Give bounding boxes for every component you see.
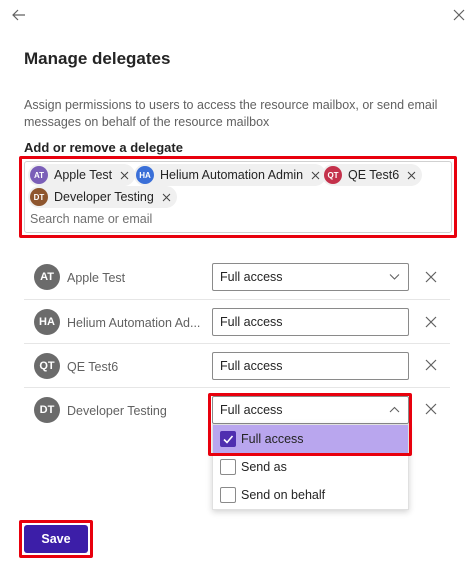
avatar: AT — [30, 166, 48, 184]
delegate-chip[interactable]: QT QE Test6 — [322, 164, 423, 186]
avatar: AT — [34, 264, 60, 290]
divider — [24, 343, 450, 344]
remove-delegate-icon[interactable] — [424, 315, 438, 329]
delegate-name: Apple Test — [67, 271, 126, 285]
save-button[interactable]: Save — [24, 525, 88, 553]
remove-delegate-icon[interactable] — [424, 270, 438, 284]
delegate-name: Helium Automation Ad... — [67, 316, 201, 330]
chevron-down-icon — [389, 274, 400, 280]
avatar: QT — [34, 353, 60, 379]
remove-chip-icon[interactable] — [120, 171, 129, 180]
remove-chip-icon[interactable] — [311, 171, 320, 180]
delegate-name: QE Test6 — [67, 360, 119, 374]
select-highlight — [208, 393, 412, 456]
checkbox[interactable] — [220, 487, 236, 503]
divider — [24, 299, 450, 300]
remove-delegate-icon[interactable] — [424, 402, 438, 416]
delegate-chip[interactable]: AT Apple Test — [28, 164, 136, 186]
avatar: HA — [136, 166, 154, 184]
permission-value: Full access — [220, 359, 283, 373]
chip-label: Apple Test — [54, 168, 113, 182]
search-input[interactable] — [30, 210, 440, 228]
arrow-left-icon — [12, 9, 25, 21]
divider — [24, 387, 450, 388]
close-button[interactable] — [448, 4, 470, 26]
permission-select[interactable]: Full access — [212, 308, 409, 336]
delegate-chip[interactable]: HA Helium Automation Admin — [134, 164, 327, 186]
option-send-on-behalf[interactable]: Send on behalf — [213, 481, 408, 509]
chip-label: Developer Testing — [54, 190, 154, 204]
back-button[interactable] — [8, 4, 30, 26]
remove-delegate-icon[interactable] — [424, 358, 438, 372]
avatar: QT — [324, 166, 342, 184]
close-icon — [453, 9, 465, 21]
remove-chip-icon[interactable] — [407, 171, 416, 180]
checkbox[interactable] — [220, 459, 236, 475]
option-send-as[interactable]: Send as — [213, 453, 408, 481]
option-label: Send as — [241, 460, 287, 474]
permission-select[interactable]: Full access — [212, 352, 409, 380]
chip-label: Helium Automation Admin — [160, 168, 304, 182]
option-label: Send on behalf — [241, 488, 326, 502]
description-text: Assign permissions to users to access th… — [24, 98, 438, 129]
permission-value: Full access — [220, 270, 283, 284]
avatar: DT — [34, 397, 60, 423]
permission-select[interactable]: Full access — [212, 263, 409, 291]
delegate-picker-label: Add or remove a delegate — [24, 140, 183, 155]
avatar: HA — [34, 309, 60, 335]
permission-value: Full access — [220, 315, 283, 329]
chip-label: QE Test6 — [348, 168, 400, 182]
delegate-chip[interactable]: DT Developer Testing — [28, 186, 177, 208]
page-title: Manage delegates — [24, 49, 171, 68]
delegate-name: Developer Testing — [67, 404, 167, 418]
remove-chip-icon[interactable] — [162, 193, 171, 202]
avatar: DT — [30, 188, 48, 206]
